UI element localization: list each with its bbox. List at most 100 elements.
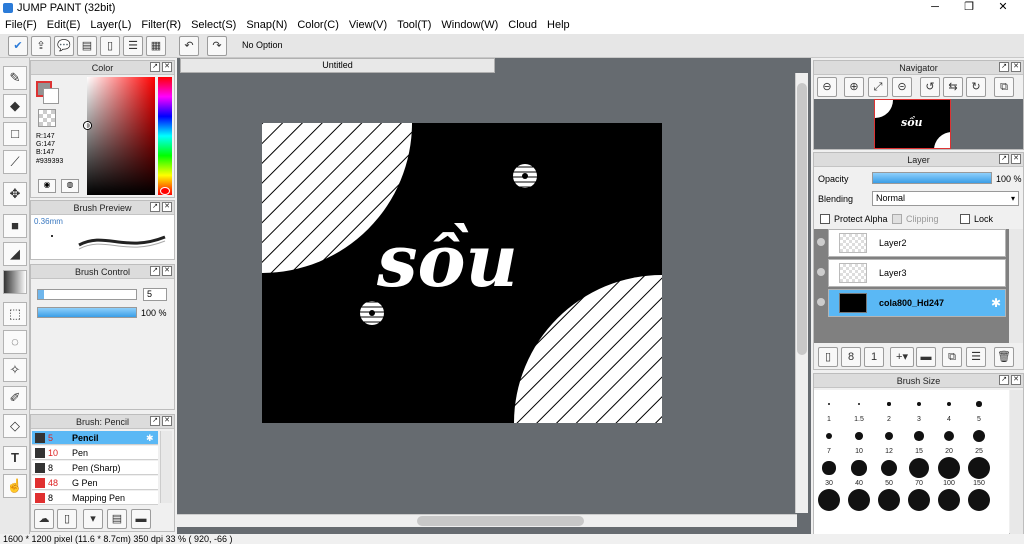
brush-size-dot[interactable] — [884, 431, 894, 441]
select-eraser-tool-icon[interactable]: ◇ — [3, 414, 27, 438]
add-layer-menu-icon[interactable]: +▾ — [890, 347, 914, 367]
brush-size-dot[interactable] — [880, 459, 898, 477]
layer-opacity-slider[interactable] — [872, 172, 992, 184]
fill-rect-tool-icon[interactable]: ■ — [3, 214, 27, 238]
gradient-tool-icon[interactable] — [3, 270, 27, 294]
popout-icon[interactable]: ↗ — [999, 62, 1009, 72]
duplicate-layer-icon[interactable]: ⧉ — [942, 347, 962, 367]
horizontal-scroll-thumb[interactable] — [417, 516, 584, 526]
brush-size-dot[interactable] — [818, 489, 840, 511]
close-button[interactable]: ✕ — [986, 0, 1020, 16]
layer-folder-icon[interactable]: ▬ — [916, 347, 936, 367]
close-panel-icon[interactable]: ✕ — [1011, 154, 1021, 164]
document-tab[interactable]: Untitled — [180, 58, 495, 73]
list-icon[interactable]: ☰ — [123, 36, 143, 56]
brush-size-dot[interactable] — [943, 430, 955, 442]
navigator-menu-icon[interactable]: ⧉ — [994, 77, 1014, 97]
select-pen-tool-icon[interactable]: ✐ — [3, 386, 27, 410]
saturation-value-picker[interactable] — [87, 77, 155, 195]
new-1bit-layer-icon[interactable]: 1 — [864, 347, 884, 367]
brush-size-dot[interactable] — [968, 457, 990, 479]
visibility-icon[interactable] — [817, 268, 825, 276]
brush-menu-icon[interactable]: ▾ — [83, 509, 103, 529]
brush-size-dot[interactable] — [855, 432, 863, 440]
brush-item-pencil[interactable]: 5 Pencil ✱ — [32, 431, 158, 445]
new-8bit-layer-icon[interactable]: 8 — [841, 347, 861, 367]
rotate-left-icon[interactable]: ↺ — [920, 77, 940, 97]
brush-size-dot[interactable] — [851, 460, 867, 476]
eyedropper-icon[interactable]: ◉ — [38, 179, 56, 193]
brush-size-dot[interactable] — [848, 489, 870, 511]
brush-size-dot[interactable] — [887, 402, 891, 406]
undo-icon[interactable]: ↶ — [179, 36, 199, 56]
maximize-button[interactable]: ❐ — [952, 0, 986, 16]
new-layer-icon[interactable]: ▯ — [818, 347, 838, 367]
menu-filter[interactable]: Filter(R) — [136, 16, 186, 34]
brush-size-dot[interactable] — [968, 489, 990, 511]
move-tool-icon[interactable]: ✥ — [3, 182, 27, 206]
flip-icon[interactable]: ⇆ — [943, 77, 963, 97]
gear-icon[interactable]: ✱ — [146, 431, 154, 445]
popout-icon[interactable]: ↗ — [999, 154, 1009, 164]
brush-item-g-pen[interactable]: 48 G Pen — [32, 476, 158, 490]
close-panel-icon[interactable]: ✕ — [1011, 62, 1021, 72]
menu-view[interactable]: View(V) — [344, 16, 392, 34]
hue-handle[interactable] — [160, 187, 170, 195]
layer-row-cola800[interactable]: cola800_Hd247 ✱ — [817, 289, 1006, 317]
brush-item-mapping-pen[interactable]: 8 Mapping Pen — [32, 491, 158, 505]
lock-checkbox[interactable] — [960, 214, 970, 224]
rotate-right-icon[interactable]: ↻ — [966, 77, 986, 97]
layer-list-scrollbar[interactable] — [1009, 229, 1023, 343]
menu-window[interactable]: Window(W) — [436, 16, 503, 34]
brush-size-dot[interactable] — [827, 402, 831, 406]
brush-size-grid[interactable]: 1 1.5 2 3 4 5 7 10 12 15 20 25 30 40 50 70 100 150 — [814, 390, 1009, 534]
canvas-horizontal-scrollbar[interactable] — [177, 514, 797, 527]
popout-icon[interactable]: ↗ — [150, 62, 160, 72]
brush-size-dot[interactable] — [857, 402, 861, 406]
popout-icon[interactable]: ↗ — [150, 416, 160, 426]
artwork-canvas[interactable]: sồu — [262, 123, 662, 423]
palette-icon[interactable]: ◍ — [61, 179, 79, 193]
brush-tool-icon[interactable]: ✎ — [3, 66, 27, 90]
minimize-button[interactable]: ─ — [918, 0, 952, 16]
brush-settings-icon[interactable]: ▤ — [107, 509, 127, 529]
brush-size-dot[interactable] — [878, 489, 900, 511]
actual-size-icon[interactable]: ⊝ — [892, 77, 912, 97]
menu-layer[interactable]: Layer(L) — [85, 16, 136, 34]
visibility-icon[interactable] — [817, 298, 825, 306]
blending-select[interactable]: Normal ▾ — [872, 191, 1019, 206]
new-brush-icon[interactable]: ▯ — [57, 509, 77, 529]
close-panel-icon[interactable]: ✕ — [1011, 375, 1021, 385]
page-icon[interactable]: ▯ — [100, 36, 120, 56]
canvas-vertical-scrollbar[interactable] — [795, 73, 808, 513]
brush-size-dot[interactable] — [822, 461, 836, 475]
comment-icon[interactable]: 💬 — [54, 36, 74, 56]
brush-size-dot[interactable] — [973, 430, 985, 442]
menu-edit[interactable]: Edit(E) — [42, 16, 86, 34]
brush-item-pen[interactable]: 10 Pen — [32, 446, 158, 460]
menu-tool[interactable]: Tool(T) — [392, 16, 436, 34]
close-panel-icon[interactable]: ✕ — [162, 416, 172, 426]
brush-opacity-slider[interactable] — [37, 307, 137, 318]
brush-size-dot[interactable] — [916, 401, 922, 407]
menu-file[interactable]: File(F) — [0, 16, 42, 34]
layer-row-layer2[interactable]: Layer2 — [817, 229, 1006, 257]
shape-tool-icon[interactable]: □ — [3, 122, 27, 146]
close-panel-icon[interactable]: ✕ — [162, 202, 172, 212]
zoom-out-icon[interactable]: ⊖ — [817, 77, 837, 97]
brush-size-dot[interactable] — [908, 489, 930, 511]
magic-wand-tool-icon[interactable]: ✧ — [3, 358, 27, 382]
brush-size-dot[interactable] — [825, 432, 833, 440]
rect-select-tool-icon[interactable]: ⬚ — [3, 302, 27, 326]
brush-folder-icon[interactable]: ▬ — [131, 509, 151, 529]
text-tool-icon[interactable]: T — [3, 446, 27, 470]
clipping-checkbox[interactable] — [892, 214, 902, 224]
brush-size-dot[interactable] — [938, 489, 960, 511]
brush-size-slider[interactable] — [37, 289, 137, 300]
protect-alpha-checkbox[interactable] — [820, 214, 830, 224]
delete-layer-icon[interactable]: 🗑 — [994, 347, 1014, 367]
close-panel-icon[interactable]: ✕ — [162, 266, 172, 276]
brush-cloud-icon[interactable]: ☁ — [34, 509, 54, 529]
brush-list-scrollbar[interactable] — [160, 431, 172, 503]
brush-size-dot[interactable] — [976, 401, 982, 407]
